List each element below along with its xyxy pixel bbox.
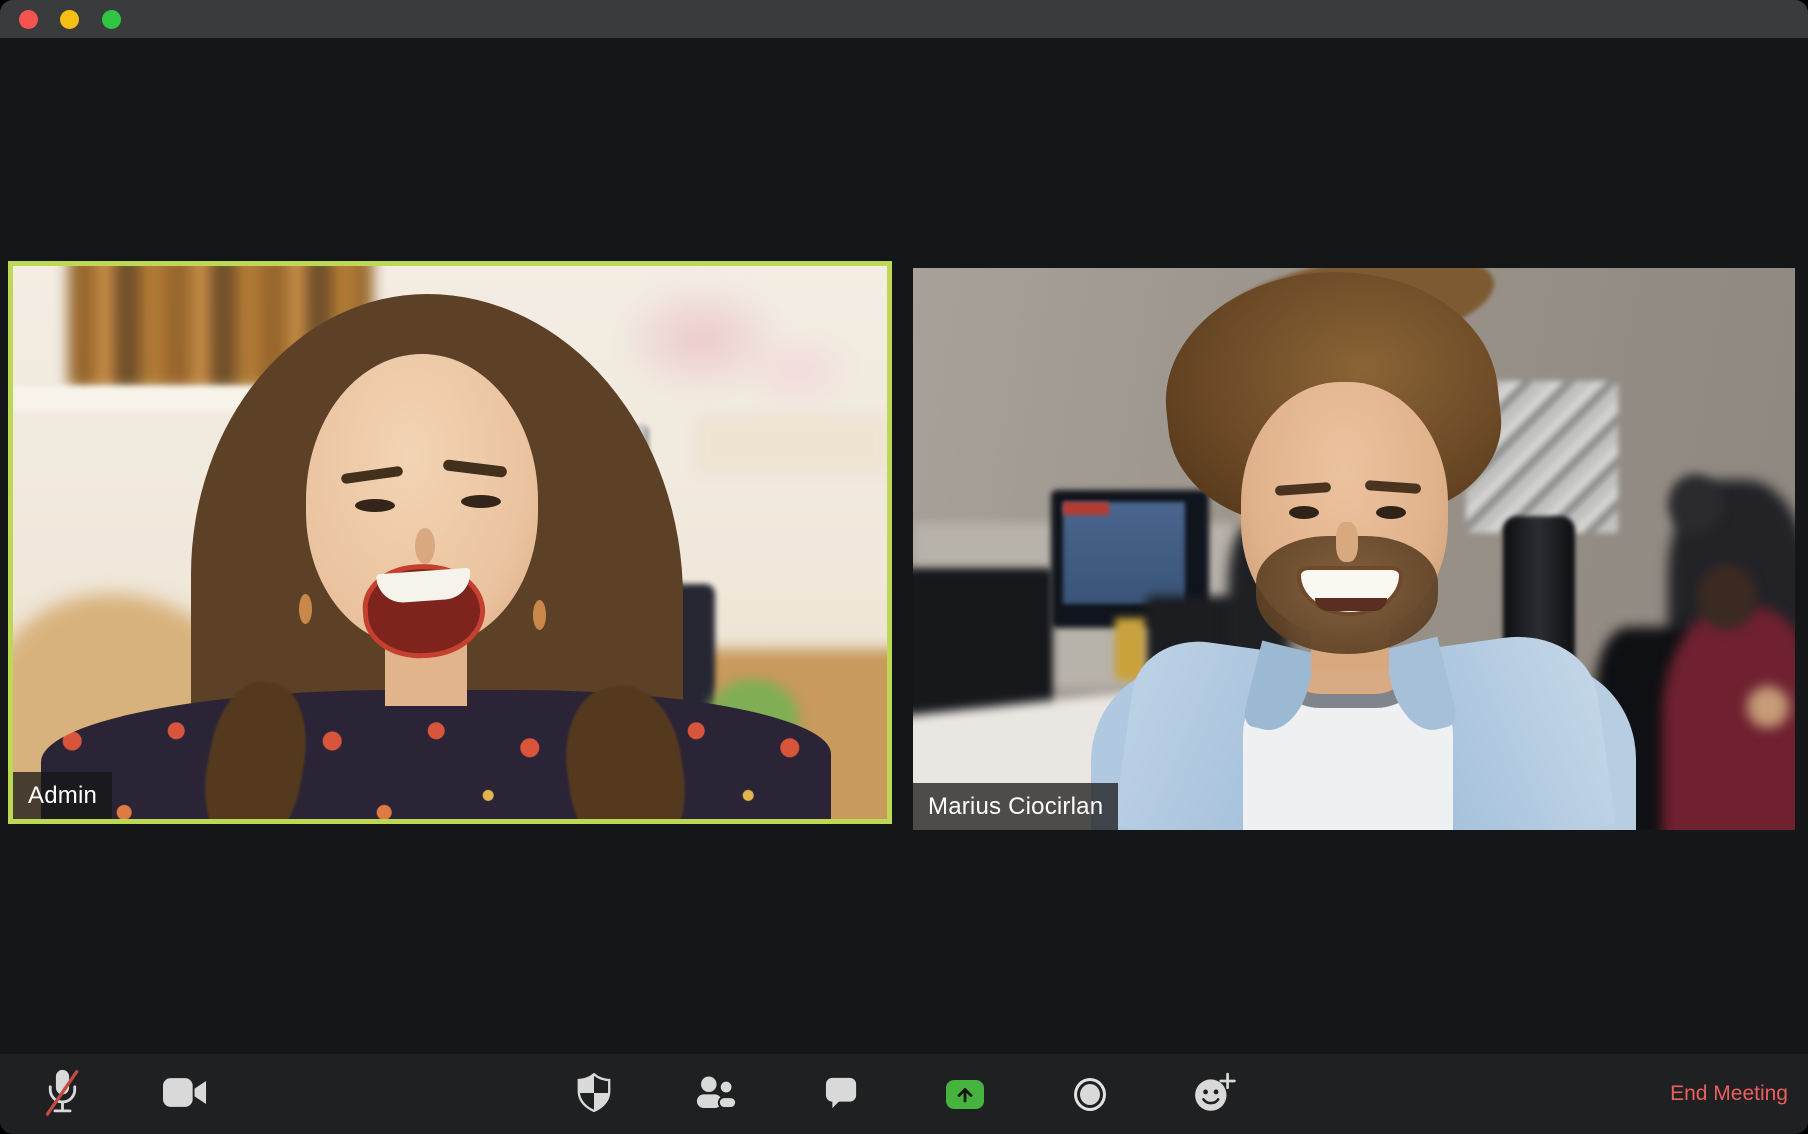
maximize-window-button[interactable] [102, 10, 121, 29]
floral-dress [41, 690, 831, 824]
nose [1336, 522, 1358, 562]
monitor-screen [1063, 502, 1185, 604]
close-window-button[interactable] [19, 10, 38, 29]
video-camera-icon [163, 1077, 207, 1111]
marius-video-art [913, 268, 1795, 830]
microphone-muted-icon [44, 1068, 81, 1120]
shield-icon [577, 1073, 611, 1116]
earring [299, 594, 312, 624]
smiley-plus-icon [1193, 1071, 1237, 1118]
screen-red-bar [1063, 502, 1109, 515]
coworker-head [1697, 564, 1757, 630]
minimize-window-button[interactable] [60, 10, 79, 29]
chat-button[interactable] [813, 1066, 869, 1122]
video-tile-marius[interactable]: Marius Ciocirlan [913, 268, 1795, 830]
participants-button[interactable] [689, 1066, 745, 1122]
security-button[interactable] [566, 1066, 622, 1122]
record-button[interactable] [1062, 1066, 1118, 1122]
mute-button[interactable] [34, 1066, 90, 1122]
coworker-head [1668, 474, 1723, 534]
eye [461, 495, 501, 508]
chat-bubble-icon [825, 1077, 858, 1112]
share-screen-button[interactable] [937, 1066, 993, 1122]
meeting-toolbar: End Meeting [0, 1054, 1808, 1134]
eye [1376, 506, 1406, 519]
admin-video-art [13, 266, 887, 819]
share-up-arrow-icon [946, 1080, 984, 1109]
eye [1289, 506, 1319, 519]
eye [355, 499, 395, 512]
pink-jars [617, 280, 857, 410]
participant-name-label: Marius Ciocirlan [913, 783, 1118, 830]
participants-icon [696, 1075, 738, 1113]
record-circle-icon [1074, 1078, 1106, 1111]
earring [533, 600, 546, 630]
titlebar [0, 0, 1808, 38]
stop-video-button[interactable] [157, 1066, 213, 1122]
video-tile-admin[interactable]: Admin [8, 261, 892, 824]
end-meeting-button[interactable]: End Meeting [1670, 1054, 1788, 1134]
right-shelf [697, 416, 887, 471]
screen: Admin [0, 0, 1808, 1134]
reactions-button[interactable] [1187, 1066, 1243, 1122]
participant-name-label: Admin [13, 772, 112, 819]
app-window: Admin [0, 0, 1808, 1134]
coworker-hand [1747, 686, 1789, 728]
nose [415, 528, 435, 564]
mouth-shadow [1315, 598, 1387, 611]
